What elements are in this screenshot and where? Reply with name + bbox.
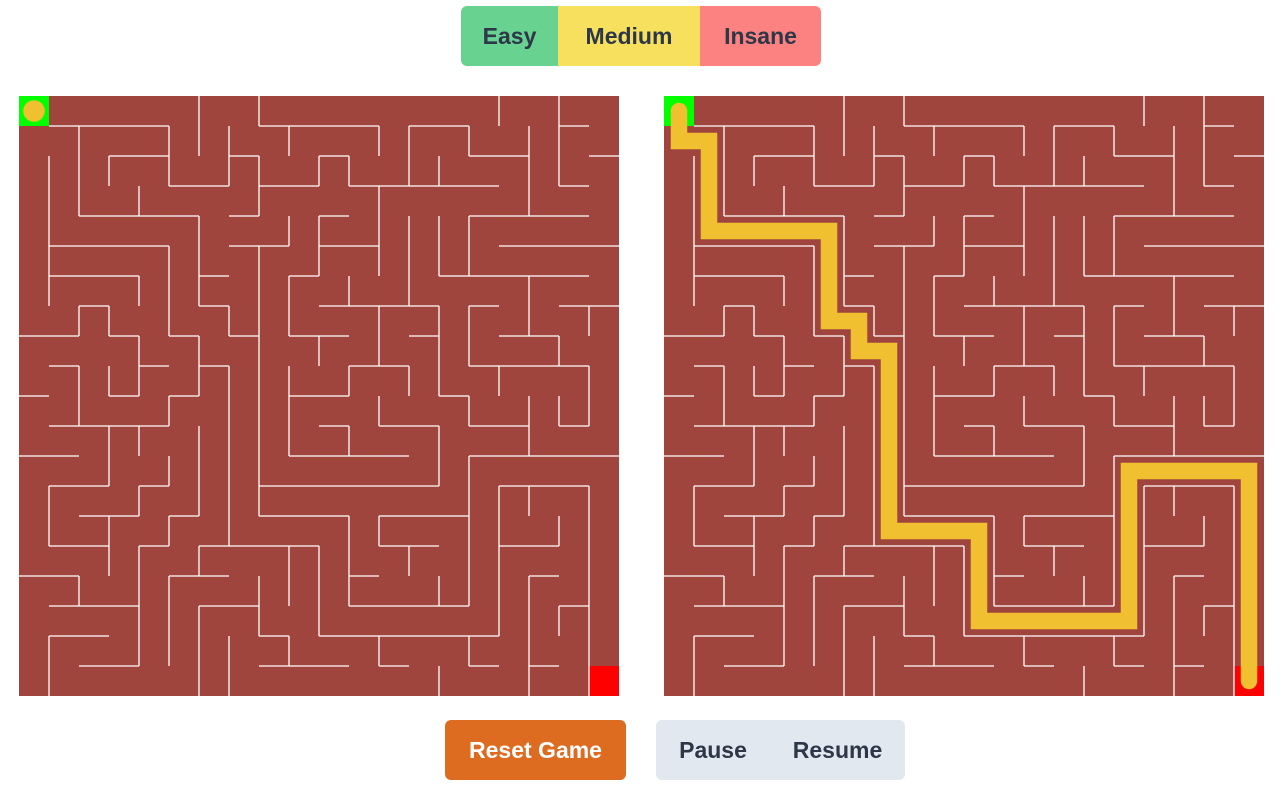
pause-resume-group: Pause Resume: [656, 720, 905, 780]
medium-button[interactable]: Medium: [558, 6, 700, 66]
finish-cell: [589, 666, 619, 696]
difficulty-selector: Easy Medium Insane: [461, 6, 821, 66]
insane-button[interactable]: Insane: [700, 6, 821, 66]
resume-button[interactable]: Resume: [770, 720, 905, 780]
player-token[interactable]: [23, 100, 45, 122]
maze-walls: [664, 96, 1264, 696]
solution-maze-board: [664, 96, 1264, 696]
pause-button[interactable]: Pause: [656, 720, 770, 780]
easy-button[interactable]: Easy: [461, 6, 558, 66]
player-maze-board[interactable]: [19, 96, 619, 696]
reset-game-button[interactable]: Reset Game: [445, 720, 626, 780]
maze-walls: [19, 96, 619, 696]
